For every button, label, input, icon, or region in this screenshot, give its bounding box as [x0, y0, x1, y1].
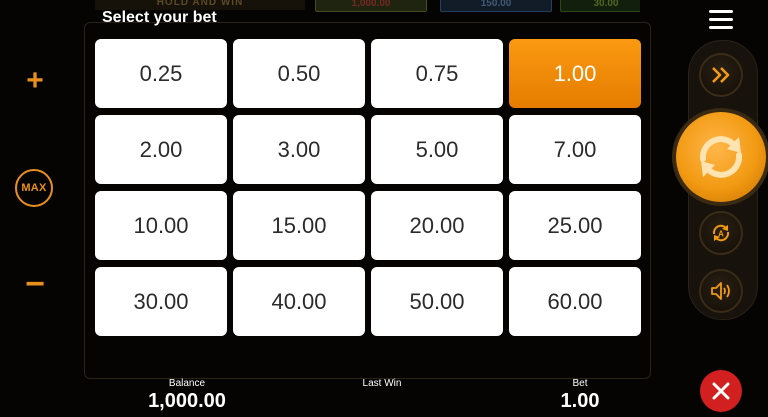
autoplay-icon: A — [712, 224, 730, 242]
bet-option-3-00[interactable]: 3.00 — [233, 115, 365, 184]
close-icon — [712, 382, 730, 400]
last-win-display: Last Win — [352, 378, 412, 389]
bet-option-0-75[interactable]: 0.75 — [371, 39, 503, 108]
bet-option-30-00[interactable]: 30.00 — [95, 267, 227, 336]
hamburger-menu-icon[interactable] — [709, 10, 733, 32]
max-bet-button[interactable]: MAX — [15, 169, 53, 207]
bet-option-15-00[interactable]: 15.00 — [233, 191, 365, 260]
bet-option-50-00[interactable]: 50.00 — [371, 267, 503, 336]
bet-option-0-50[interactable]: 0.50 — [233, 39, 365, 108]
bet-option-1-00-selected[interactable]: 1.00 — [509, 39, 641, 108]
bet-option-7-00[interactable]: 7.00 — [509, 115, 641, 184]
turbo-button[interactable] — [699, 53, 743, 97]
sound-button[interactable] — [699, 269, 743, 313]
bet-options-grid: 0.25 0.50 0.75 1.00 2.00 3.00 5.00 7.00 … — [95, 39, 641, 336]
bet-label: Bet — [572, 378, 588, 389]
bet-value: 1.00 — [560, 390, 600, 412]
bet-option-40-00[interactable]: 40.00 — [233, 267, 365, 336]
background-jackpot-value-2: 150.00 — [440, 0, 552, 12]
close-button[interactable] — [700, 370, 742, 412]
bet-option-10-00[interactable]: 10.00 — [95, 191, 227, 260]
balance-label: Balance — [168, 378, 206, 389]
fast-forward-icon — [712, 67, 730, 83]
spin-button[interactable] — [676, 112, 766, 202]
balance-value: 1,000.00 — [148, 390, 226, 412]
bet-option-0-25[interactable]: 0.25 — [95, 39, 227, 108]
speaker-icon — [711, 282, 730, 300]
bet-option-60-00[interactable]: 60.00 — [509, 267, 641, 336]
spin-arrows-icon — [699, 136, 743, 178]
decrease-bet-button[interactable]: − — [22, 267, 48, 301]
balance-display: Balance 1,000.00 — [128, 378, 246, 413]
bet-option-2-00[interactable]: 2.00 — [95, 115, 227, 184]
bet-option-5-00[interactable]: 5.00 — [371, 115, 503, 184]
increase-bet-button[interactable]: + — [22, 66, 48, 96]
bet-option-25-00[interactable]: 25.00 — [509, 191, 641, 260]
background-jackpot-value-3: 30.00 — [560, 0, 640, 12]
background-jackpot-value-1: 1,000.00 — [315, 0, 427, 12]
bet-option-20-00[interactable]: 20.00 — [371, 191, 503, 260]
svg-text:A: A — [718, 230, 724, 239]
autoplay-button[interactable]: A — [699, 211, 743, 255]
bet-display: Bet 1.00 — [540, 378, 620, 413]
last-win-label: Last Win — [362, 378, 402, 389]
panel-title: Select your bet — [102, 9, 217, 26]
